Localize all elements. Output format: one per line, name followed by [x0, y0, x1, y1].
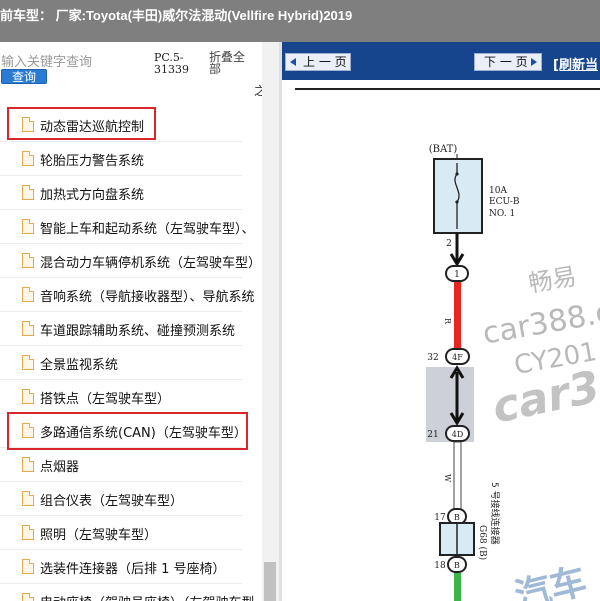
tree-item-heated-wheel[interactable]: 加热式方向盘系统 — [0, 176, 262, 210]
fuse-name: ECU-B — [489, 197, 520, 207]
highlight-box — [7, 412, 248, 450]
fuse-amp: 10A — [489, 186, 507, 196]
tree-item-label: 车道跟踪辅助系统、碰撞预测系统 — [40, 324, 236, 339]
tree-item-panoramic[interactable]: 全景监视系统 — [0, 346, 262, 380]
document-icon — [22, 559, 34, 574]
tree-item-label: 全景监视系统 — [40, 358, 119, 373]
document-icon — [22, 355, 34, 370]
svg-text:4F: 4F — [452, 353, 463, 362]
document-icon — [22, 151, 34, 166]
tree-item-power-seat[interactable]: 电动座椅（驾驶员座椅）（左驾驶车型 — [0, 584, 262, 601]
tree-item-audio-nav[interactable]: 音响系统（导航接收器型）、导航系统 — [0, 278, 262, 312]
tree-item-option-connector[interactable]: 选装件连接器（后排 1 号座椅） — [0, 550, 262, 584]
pin-2: 2 — [446, 239, 452, 249]
svg-text:18: 18 — [434, 561, 446, 571]
tree-item-label: 智能上车和起动系统（左驾驶车型）、 — [40, 222, 255, 237]
tree-item-meter[interactable]: 组合仪表（左驾驶车型） — [0, 482, 262, 516]
document-icon — [22, 253, 34, 268]
junction-id: G68 (B) — [477, 525, 488, 560]
tree-item-label: 搭铁点（左驾驶车型） — [40, 392, 171, 407]
document-icon — [22, 219, 34, 234]
bat-label: (BAT) — [429, 144, 458, 155]
document-icon — [22, 389, 34, 404]
wire-w-label: W — [443, 474, 452, 483]
window-title-text: 前车型： 厂家:Toyota(丰田)威尔法混动(Vellfire Hybrid)… — [0, 8, 353, 23]
tree-item-label: 点烟器 — [40, 460, 80, 475]
svg-text:21: 21 — [427, 430, 438, 440]
green-wire — [454, 573, 461, 601]
highlight-box — [7, 107, 156, 140]
tree-item-smart-entry[interactable]: 智能上车和起动系统（左驾驶车型）、 — [0, 210, 262, 244]
svg-text:32: 32 — [427, 353, 438, 363]
svg-text:B: B — [454, 513, 460, 522]
document-icon — [22, 185, 34, 200]
tree-item-label: 电动座椅（驾驶员座椅）（左驾驶车型 — [40, 592, 255, 601]
fuse-box — [433, 158, 483, 234]
document-icon — [22, 593, 34, 601]
tree-item-label: 轮胎压力警告系统 — [40, 154, 145, 169]
search-row: 查询 PC.5-31339 折叠全部 之 — [0, 42, 282, 98]
tree-item-lighting[interactable]: 照明（左驾驶车型） — [0, 516, 262, 550]
document-icon — [22, 457, 34, 472]
fuse-no: NO. 1 — [489, 209, 515, 219]
tree-item-label: 组合仪表（左驾驶车型） — [40, 494, 184, 509]
svg-text:1: 1 — [454, 270, 460, 280]
red-wire — [454, 280, 461, 354]
document-icon — [22, 491, 34, 506]
document-icon — [22, 287, 34, 302]
fold-all-button[interactable]: 折叠全部 — [209, 51, 249, 75]
document-icon — [22, 321, 34, 336]
tree-item-label: 加热式方向盘系统 — [40, 188, 145, 203]
tree-item-label: 音响系统（导航接收器型）、导航系统 — [40, 290, 255, 305]
white-wire — [453, 441, 462, 511]
svg-text:B: B — [454, 561, 460, 570]
wire-r-label: R — [443, 318, 452, 325]
tree-item-hybrid-stop[interactable]: 混合动力车辆停机系统（左驾驶车型） — [0, 244, 262, 278]
tree-item-cigar-lighter[interactable]: 点烟器 — [0, 448, 262, 482]
sidebar-scrollbar[interactable] — [262, 42, 279, 601]
search-button[interactable]: 查询 — [1, 69, 47, 84]
tree-item-tire-pressure[interactable]: 轮胎压力警告系统 — [0, 142, 262, 176]
svg-text:17: 17 — [434, 513, 446, 523]
pc-code-label: PC.5-31339 — [154, 51, 189, 76]
document-viewer: 上 一 页 下 一 页 [刷新当 (BAT) 10A ECU-B NO. 1 2… — [282, 42, 600, 601]
junction-name: 5 号接线连接器 — [489, 482, 501, 545]
tree-item-lane-assist[interactable]: 车道跟踪辅助系统、碰撞预测系统 — [0, 312, 262, 346]
tree-item-label: 选装件连接器（后排 1 号座椅） — [40, 562, 226, 577]
svg-text:4D: 4D — [452, 430, 464, 439]
sidebar-scroll-thumb[interactable] — [264, 562, 276, 601]
tree-item-ground-point[interactable]: 搭铁点（左驾驶车型） — [0, 380, 262, 414]
document-icon — [22, 525, 34, 540]
window-title: 前车型： 厂家:Toyota(丰田)威尔法混动(Vellfire Hybrid)… — [0, 0, 600, 42]
tree-item-label: 照明（左驾驶车型） — [40, 528, 158, 543]
tree-item-label: 混合动力车辆停机系统（左驾驶车型） — [40, 256, 262, 271]
